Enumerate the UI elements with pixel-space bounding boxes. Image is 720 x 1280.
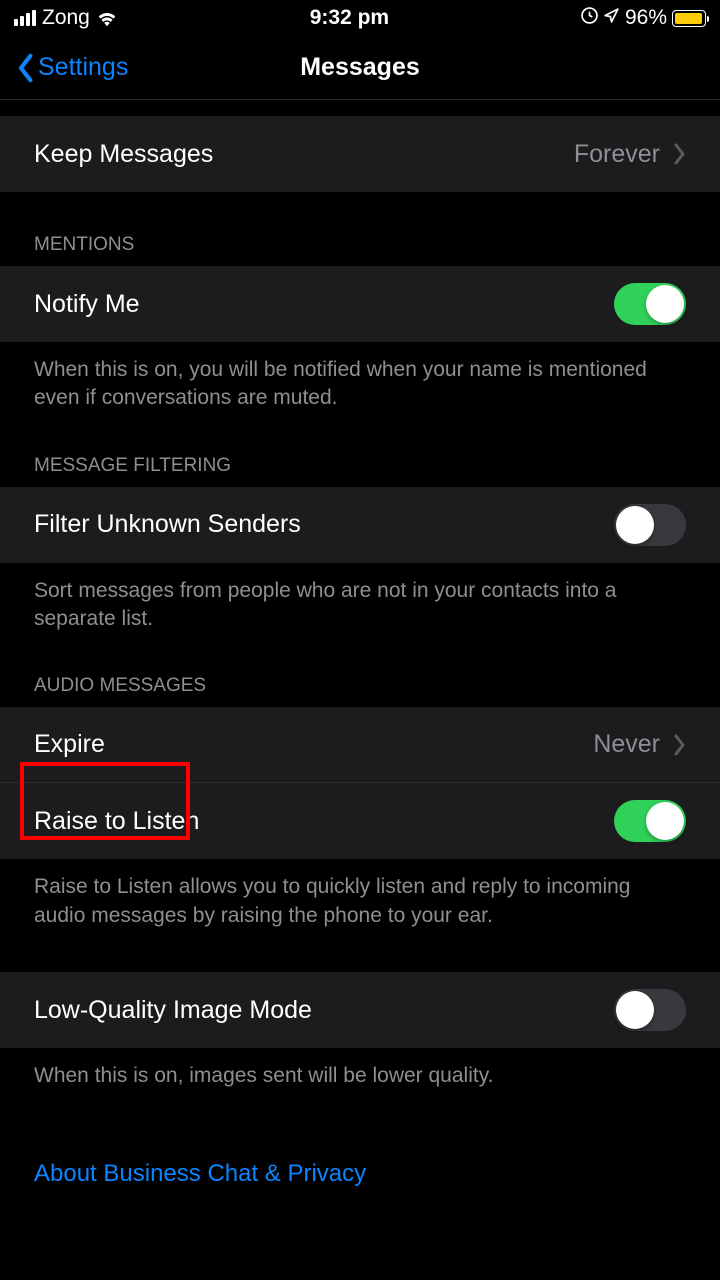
mentions-footer: When this is on, you will be notified wh… [0, 342, 720, 413]
filtering-header: MESSAGE FILTERING [0, 413, 720, 487]
battery-percentage: 96% [625, 6, 667, 30]
filtering-footer: Sort messages from people who are not in… [0, 563, 720, 634]
low-quality-toggle[interactable] [614, 989, 686, 1031]
expire-label: Expire [34, 730, 105, 759]
status-bar: Zong 9:32 pm 96% [0, 0, 720, 36]
notify-me-toggle[interactable] [614, 283, 686, 325]
filter-unknown-toggle[interactable] [614, 504, 686, 546]
carrier-label: Zong [42, 6, 90, 30]
audio-footer: Raise to Listen allows you to quickly li… [0, 859, 720, 930]
status-right: 96% [581, 6, 706, 30]
wifi-icon [96, 9, 118, 27]
keep-messages-row[interactable]: Keep Messages Forever [0, 116, 720, 192]
keep-messages-value: Forever [574, 140, 660, 169]
expire-value: Never [593, 730, 660, 759]
page-title: Messages [300, 53, 420, 82]
chevron-left-icon [16, 53, 34, 83]
filter-unknown-label: Filter Unknown Senders [34, 510, 301, 539]
audio-header: AUDIO MESSAGES [0, 633, 720, 707]
raise-listen-toggle[interactable] [614, 800, 686, 842]
raise-listen-label: Raise to Listen [34, 807, 199, 836]
chevron-right-icon [674, 143, 686, 165]
low-quality-label: Low-Quality Image Mode [34, 996, 312, 1025]
signal-strength-icon [14, 10, 36, 26]
chevron-right-icon [674, 734, 686, 756]
notify-me-label: Notify Me [34, 290, 140, 319]
location-icon [603, 7, 620, 29]
nav-header: Settings Messages [0, 36, 720, 100]
back-label: Settings [38, 53, 128, 82]
time-label: 9:32 pm [310, 6, 389, 30]
notify-me-row[interactable]: Notify Me [0, 266, 720, 342]
expire-row[interactable]: Expire Never [0, 707, 720, 783]
keep-messages-label: Keep Messages [34, 140, 213, 169]
battery-fill [675, 13, 702, 24]
low-quality-row[interactable]: Low-Quality Image Mode [0, 972, 720, 1048]
about-business-chat-link[interactable]: About Business Chat & Privacy [0, 1090, 720, 1188]
filter-unknown-row[interactable]: Filter Unknown Senders [0, 487, 720, 563]
raise-listen-row[interactable]: Raise to Listen [0, 783, 720, 859]
battery-icon [672, 10, 706, 27]
orientation-lock-icon [581, 7, 598, 29]
low-quality-footer: When this is on, images sent will be low… [0, 1048, 720, 1090]
status-left: Zong [14, 6, 118, 30]
mentions-header: MENTIONS [0, 192, 720, 266]
back-button[interactable]: Settings [16, 53, 128, 83]
